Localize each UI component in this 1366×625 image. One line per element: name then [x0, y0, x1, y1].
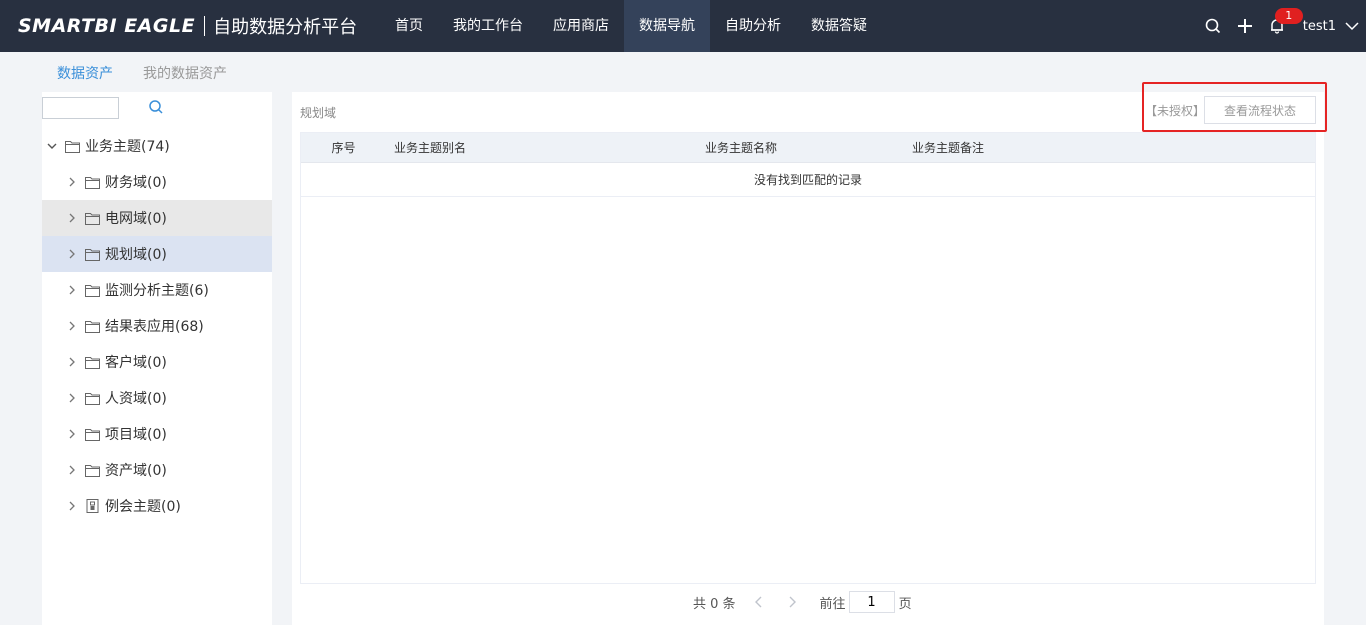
notification-badge: 1	[1274, 8, 1303, 24]
folder-icon	[84, 319, 100, 333]
nav-self-analysis[interactable]: 自助分析	[710, 0, 796, 52]
nav-workbench[interactable]: 我的工作台	[438, 0, 538, 52]
tree-node-meeting[interactable]: 例会主题(0)	[42, 488, 272, 524]
domain-title: 规划域	[300, 106, 337, 120]
chevron-right-icon[interactable]	[64, 246, 80, 262]
tree-node-label: 规划域(0)	[105, 247, 167, 263]
tree-node-label: 监测分析主题(6)	[105, 283, 209, 299]
add-button[interactable]	[1229, 0, 1261, 52]
subject-table: 序号 业务主题别名 业务主题名称 业务主题备注 没有找到匹配的记录	[300, 132, 1316, 584]
chevron-right-icon[interactable]	[64, 426, 80, 442]
tree-node-label: 资产域(0)	[105, 463, 167, 479]
tree-node-label: 财务域(0)	[105, 175, 167, 191]
nav-app-store[interactable]: 应用商店	[538, 0, 624, 52]
tree-node-root[interactable]: 业务主题(74)	[42, 128, 272, 164]
column-header-name[interactable]: 业务主题名称	[697, 139, 904, 156]
tree-node-label: 电网域(0)	[105, 211, 167, 227]
chevron-right-icon[interactable]	[64, 390, 80, 406]
view-process-status-button[interactable]: 查看流程状态	[1204, 96, 1316, 124]
folder-icon	[84, 175, 100, 189]
document-icon	[84, 499, 100, 513]
tree-node-label: 人资域(0)	[105, 391, 167, 407]
column-header-index[interactable]: 序号	[301, 139, 386, 156]
user-menu-toggle[interactable]	[1342, 0, 1362, 52]
folder-icon	[84, 463, 100, 477]
chevron-right-icon[interactable]	[64, 318, 80, 334]
main-nav: 首页 我的工作台 应用商店 数据导航 自助分析 数据答疑	[380, 0, 882, 52]
pagination-goto-label: 前往	[819, 596, 846, 612]
chevron-right-icon[interactable]	[64, 282, 80, 298]
folder-icon	[84, 427, 100, 441]
tree-search-button[interactable]	[148, 97, 164, 117]
tree-node-hr[interactable]: 人资域(0)	[42, 380, 272, 416]
chevron-right-icon[interactable]	[64, 354, 80, 370]
column-header-remark[interactable]: 业务主题备注	[904, 139, 984, 156]
folder-icon	[84, 211, 100, 225]
tree-node-label: 客户域(0)	[105, 355, 167, 371]
search-icon	[149, 100, 163, 114]
nav-data-qa[interactable]: 数据答疑	[796, 0, 882, 52]
nav-data-navigation[interactable]: 数据导航	[624, 0, 710, 52]
notification-button[interactable]: 1	[1261, 0, 1303, 52]
chevron-down-icon	[1345, 22, 1359, 31]
tree-search-input[interactable]	[42, 97, 119, 119]
prev-page-button[interactable]	[750, 593, 768, 611]
chevron-right-icon[interactable]	[64, 210, 80, 226]
empty-table-message: 没有找到匹配的记录	[301, 163, 1315, 197]
chevron-right-icon[interactable]	[64, 498, 80, 514]
platform-name: 自助数据分析平台	[213, 17, 358, 38]
folder-icon	[64, 139, 80, 153]
tree-node-result-tables[interactable]: 结果表应用(68)	[42, 308, 272, 344]
folder-icon	[84, 283, 100, 297]
table-header: 序号 业务主题别名 业务主题名称 业务主题备注	[301, 133, 1315, 163]
tree-node-label: 业务主题(74)	[85, 139, 170, 155]
global-search-button[interactable]	[1197, 0, 1229, 52]
folder-icon	[84, 355, 100, 369]
pagination: 共 0 条 前往 页	[292, 590, 1324, 614]
tree-node-label: 结果表应用(68)	[105, 319, 204, 335]
tree-node-customer[interactable]: 客户域(0)	[42, 344, 272, 380]
chevron-right-icon[interactable]	[64, 462, 80, 478]
tab-data-assets[interactable]: 数据资产	[57, 53, 113, 91]
tree-node-finance[interactable]: 财务域(0)	[42, 164, 272, 200]
chevron-right-icon[interactable]	[64, 174, 80, 190]
tree-node-asset[interactable]: 资产域(0)	[42, 452, 272, 488]
tree-node-label: 例会主题(0)	[105, 499, 181, 515]
top-right-tools: 1 test1	[1197, 0, 1366, 52]
tree-node-project[interactable]: 项目域(0)	[42, 416, 272, 452]
tree-node-grid[interactable]: 电网域(0)	[42, 200, 272, 236]
pagination-page-suffix: 页	[898, 596, 912, 612]
tree-node-planning[interactable]: 规划域(0)	[42, 236, 272, 272]
pagination-total: 共 0 条	[693, 596, 736, 612]
tree-node-label: 项目域(0)	[105, 427, 167, 443]
plus-icon	[1237, 19, 1252, 33]
tree-node-monitoring[interactable]: 监测分析主题(6)	[42, 272, 272, 308]
column-header-alias[interactable]: 业务主题别名	[386, 139, 697, 156]
folder-icon	[84, 247, 100, 261]
page-number-input[interactable]	[848, 591, 895, 613]
tree-panel: 业务主题(74) 财务域(0) 电网域(0) 规划域(0) 监测分析主题(6) …	[42, 92, 272, 625]
chevron-down-icon[interactable]	[44, 138, 60, 154]
sub-tabs: 数据资产 我的数据资产	[42, 52, 257, 92]
top-bar: SMARTBI EAGLE 自助数据分析平台 首页 我的工作台 应用商店 数据导…	[0, 0, 1366, 52]
chevron-left-icon	[754, 596, 762, 608]
tree-search-row	[42, 92, 272, 128]
chevron-right-icon	[789, 596, 796, 608]
unauthorized-label: 【未授权】	[1145, 104, 1206, 118]
search-icon	[1205, 18, 1220, 34]
nav-home[interactable]: 首页	[380, 0, 438, 52]
next-page-button[interactable]	[783, 593, 801, 611]
brand-logo: SMARTBI EAGLE	[18, 15, 196, 37]
tab-my-data-assets[interactable]: 我的数据资产	[143, 53, 227, 91]
brand-divider	[204, 16, 206, 36]
content-panel: 规划域 【未授权】 查看流程状态 序号 业务主题别名 业务主题名称 业务主题备注…	[292, 82, 1327, 625]
folder-icon	[84, 391, 100, 405]
brand[interactable]: SMARTBI EAGLE 自助数据分析平台	[0, 0, 380, 52]
